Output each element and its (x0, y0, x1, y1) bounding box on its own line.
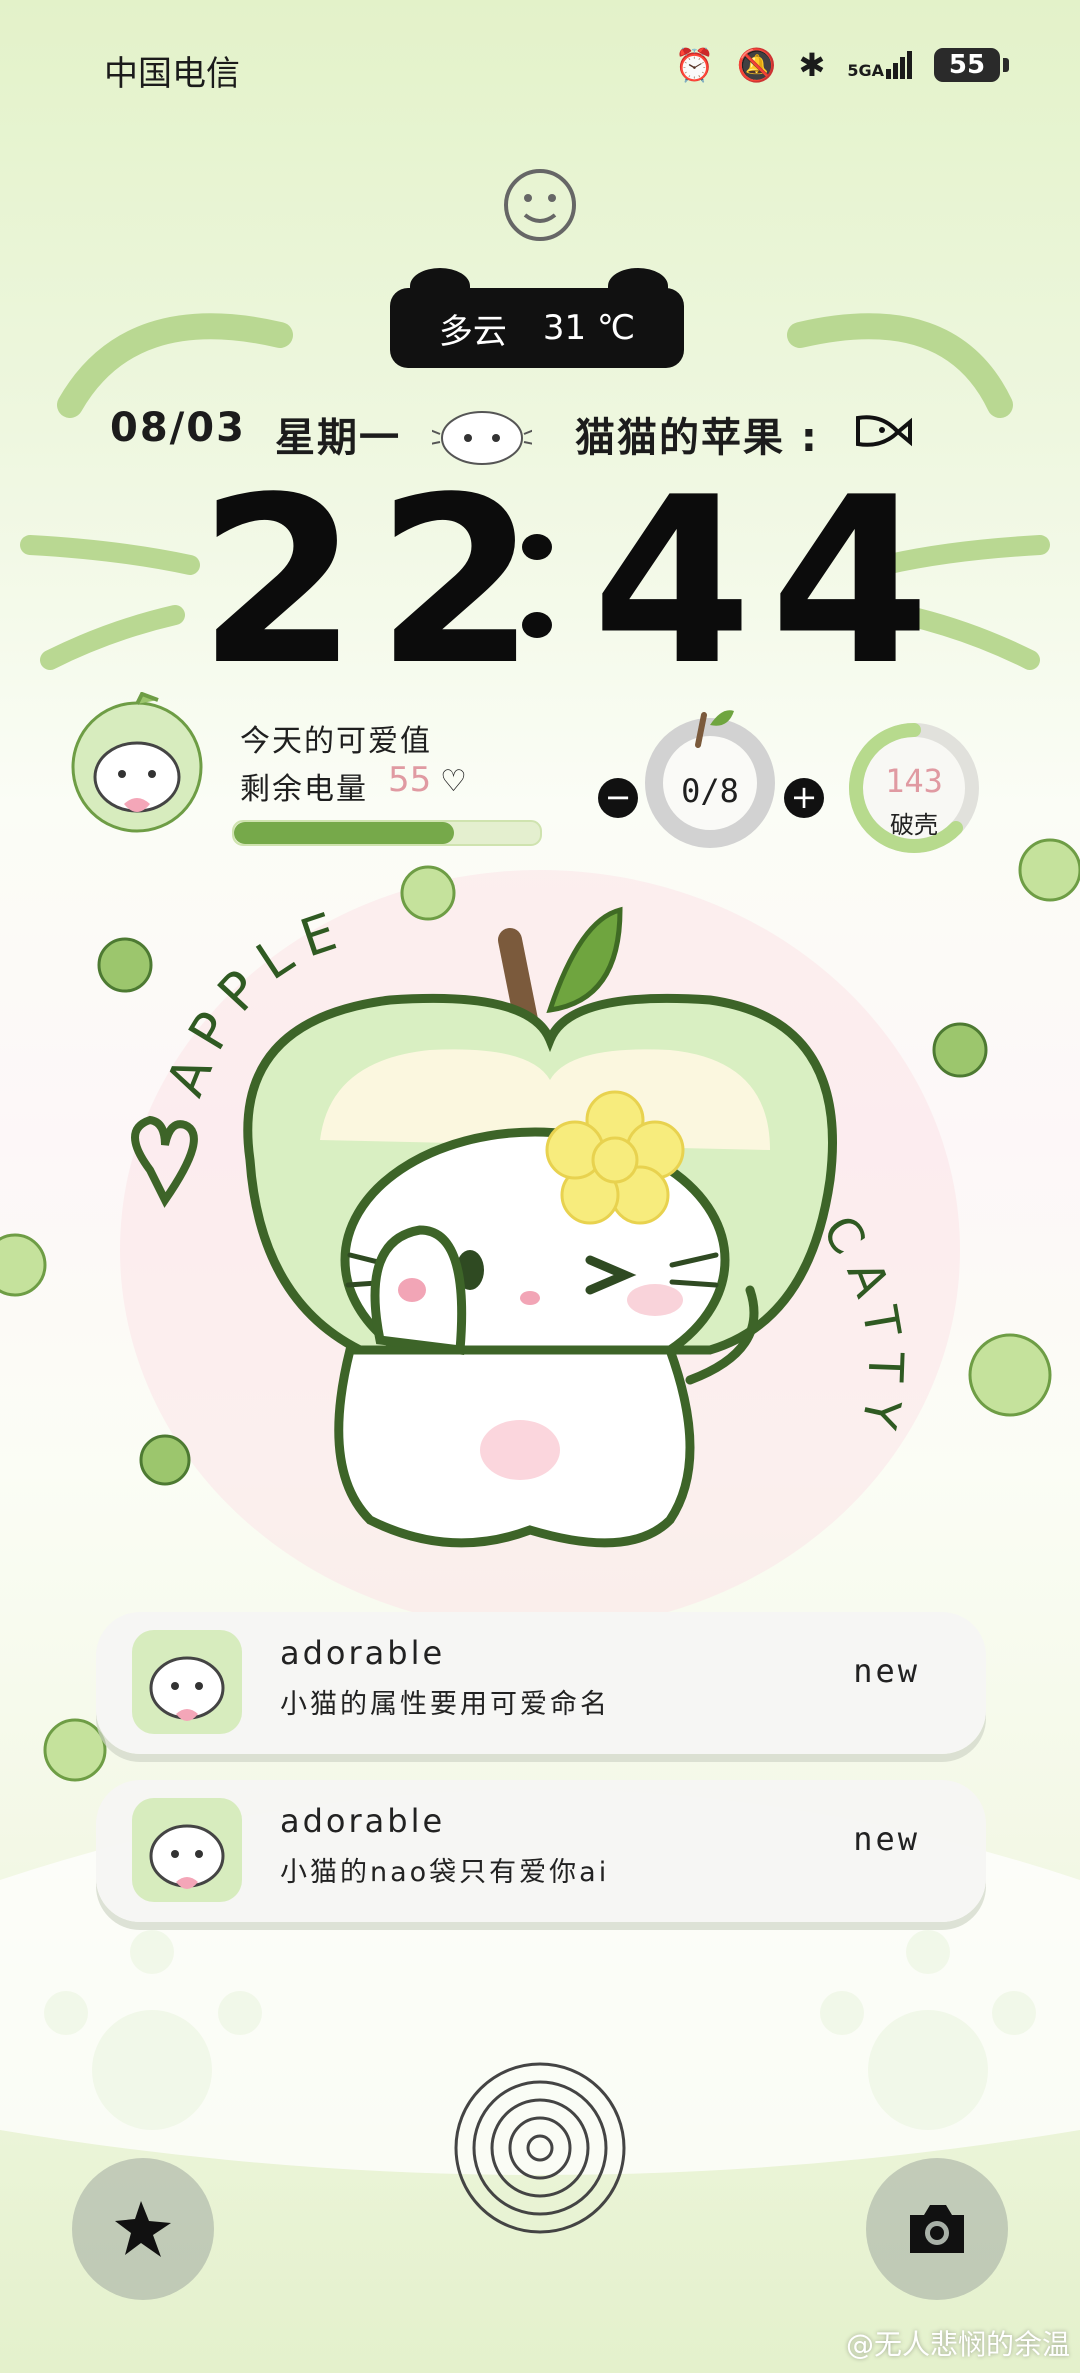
clock-colon-bottom (522, 612, 552, 638)
notification-title: adorable (280, 1634, 446, 1672)
camera-icon (910, 2205, 964, 2253)
new-badge: new (853, 1652, 920, 1690)
svg-text:APPLE: APPLE (156, 900, 357, 1105)
notification-body: 小猫的属性要用可爱命名 (280, 1689, 610, 1720)
mute-bell-icon: 🔕 (736, 46, 777, 84)
signal-icon: 5GA (847, 51, 912, 79)
cute-value-label: 今天的可爱值 (240, 724, 432, 759)
clock-hours: 22 (198, 449, 555, 716)
battery-remaining-value: 55 (388, 760, 432, 800)
weather-condition: 多云 (438, 311, 507, 352)
clock-minutes: 44 (592, 449, 949, 716)
new-badge: new (853, 1820, 920, 1858)
notification-title: adorable (280, 1802, 446, 1840)
status-icons: ⏰ 🔕 ✱ 5GA 55 (674, 46, 1009, 84)
arc-text-left: APPLE (156, 900, 343, 1105)
lock-screen: 中国电信 ⏰ 🔕 ✱ 5GA 55 多云 31 ℃ 08/03 星期一 猫猫的苹… (0, 0, 1080, 2373)
fingerprint-icon[interactable] (452, 2060, 628, 2236)
bluetooth-icon: ✱ (798, 46, 826, 84)
arc-text-right: CATTY (811, 1206, 900, 1447)
flashlight-icon (115, 2201, 171, 2257)
notification-avatar (132, 1630, 242, 1734)
steps-value: 143 (885, 762, 943, 800)
carrier-name: 中国电信 (104, 54, 240, 94)
battery-level: 55 (948, 50, 986, 80)
apple-cat-avatar[interactable] (62, 692, 212, 842)
watermark: @无人悲悯的余温 (845, 2328, 1070, 2361)
notification-avatar (132, 1798, 242, 1902)
heart-icon: ♡ (440, 764, 469, 799)
decrement-button[interactable]: − (598, 778, 638, 818)
camera-button[interactable] (866, 2158, 1008, 2300)
battery-icon: 55 (934, 48, 1009, 82)
battery-remaining-label: 剩余电量 (240, 772, 368, 807)
alarm-icon: ⏰ (674, 46, 715, 84)
apple-leaf-icon (695, 710, 734, 748)
clock-colon-top (522, 534, 552, 560)
cute-progress-fill (234, 822, 455, 844)
arc-text-decoration: APPLE CATTY (131, 900, 914, 1447)
weather-temperature: 31 ℃ (542, 308, 636, 348)
flashlight-button[interactable] (72, 2158, 214, 2300)
network-label: 5GA (847, 61, 884, 80)
notification-body: 小猫的nao袋只有爱你ai (280, 1857, 610, 1888)
cute-progress-bar (232, 820, 542, 846)
svg-text:CATTY: CATTY (811, 1206, 914, 1447)
fish-icon (856, 415, 912, 447)
weather-widget[interactable]: 多云 31 ℃ (390, 288, 684, 368)
smiley-icon[interactable] (500, 165, 580, 245)
increment-button[interactable]: + (784, 778, 824, 818)
apple-counter-value: 0/8 (681, 772, 739, 810)
steps-label: 破壳 (890, 811, 938, 839)
date: 08/03 (110, 405, 246, 451)
